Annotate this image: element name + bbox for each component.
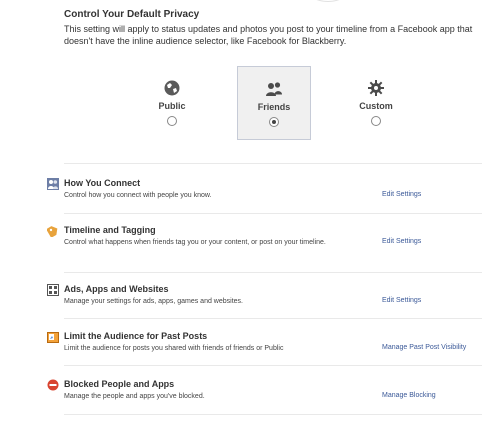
section-title: Ads, Apps and Websites <box>64 284 169 294</box>
option-custom-label: Custom <box>359 101 393 111</box>
default-privacy-section: Control Your Default Privacy This settin… <box>64 9 484 47</box>
option-custom-radio[interactable] <box>371 116 381 126</box>
section-description: Control what happens when friends tag yo… <box>64 239 326 246</box>
section-description: Manage your settings for ads, apps, game… <box>64 298 243 305</box>
people-icon <box>47 178 59 190</box>
edit-settings-link[interactable]: Edit Settings <box>382 191 421 198</box>
edit-settings-link[interactable]: Edit Settings <box>382 238 421 245</box>
section-description: Limit the audience for posts you shared … <box>64 345 284 352</box>
edit-settings-link[interactable]: Edit Settings <box>382 297 421 304</box>
blocked-icon <box>47 379 59 391</box>
option-public-label: Public <box>158 101 186 111</box>
tag-icon <box>47 226 58 237</box>
manage-blocking-link[interactable]: Manage Blocking <box>382 392 436 399</box>
section-title: How You Connect <box>64 178 141 188</box>
section-title: Blocked People and Apps <box>64 379 175 389</box>
divider <box>64 272 482 273</box>
section-description: Manage the people and apps you've blocke… <box>64 393 205 400</box>
default-privacy-description: This setting will apply to status update… <box>64 24 473 46</box>
section-title: Timeline and Tagging <box>64 225 156 235</box>
apps-icon <box>47 284 59 296</box>
globe-icon <box>164 80 180 96</box>
gear-icon <box>368 80 384 96</box>
option-friends-label: Friends <box>257 102 291 112</box>
option-public-radio[interactable] <box>167 116 177 126</box>
manage-past-post-visibility-link[interactable]: Manage Past Post Visibility <box>382 344 466 351</box>
default-privacy-heading: Control Your Default Privacy <box>64 9 200 20</box>
profile-circle-fragment <box>296 0 360 2</box>
divider <box>64 213 482 214</box>
divider <box>64 163 482 164</box>
option-friends[interactable]: Friends <box>237 66 311 140</box>
option-friends-radio[interactable] <box>269 117 279 127</box>
option-custom[interactable]: Custom <box>340 66 412 138</box>
divider <box>64 365 482 366</box>
divider <box>64 414 482 415</box>
section-description: Control how you connect with people you … <box>64 192 212 199</box>
option-public[interactable]: Public <box>136 66 208 138</box>
divider <box>64 318 482 319</box>
section-title: Limit the Audience for Past Posts <box>64 331 208 341</box>
past-posts-icon <box>47 332 59 343</box>
friends-icon <box>266 82 282 96</box>
